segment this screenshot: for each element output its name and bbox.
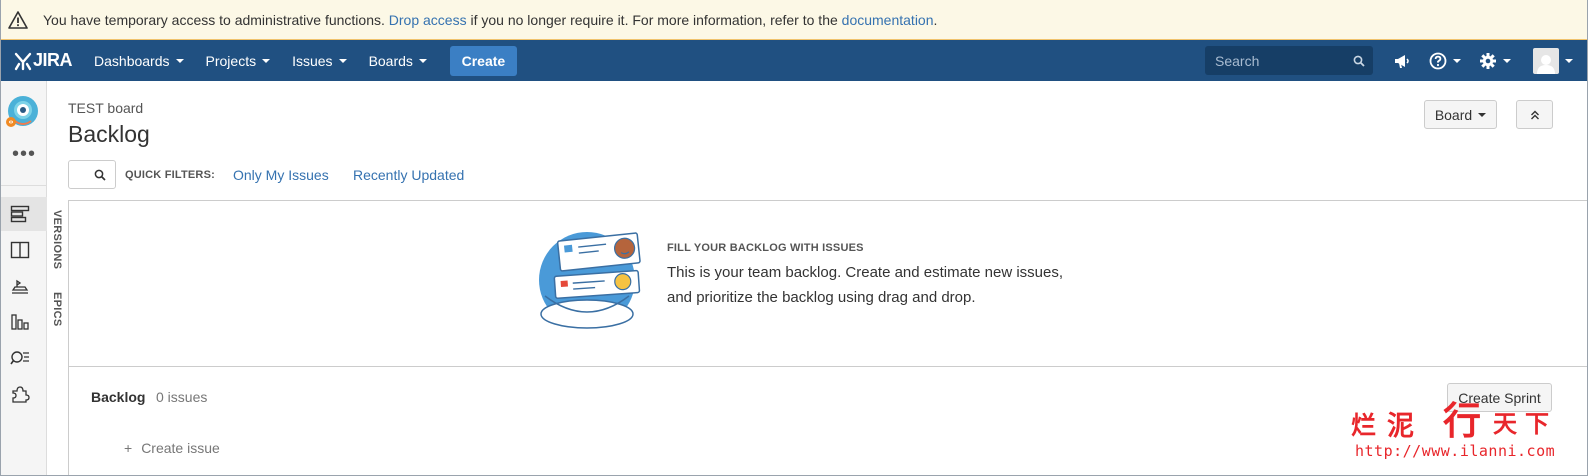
sidebar-item-board[interactable] (9, 239, 31, 261)
chevron-down-icon (1565, 58, 1573, 63)
quick-filters-label: QUICK FILTERS: (125, 169, 215, 181)
empty-state-description-line-2: and prioritize the backlog using drag an… (667, 289, 976, 306)
watermark-char: 天 (1493, 409, 1517, 438)
help-button[interactable] (1429, 52, 1461, 70)
banner-text: You have temporary access to administrat… (43, 11, 385, 28)
empty-state-description-line-1: This is your team backlog. Create and es… (667, 264, 1064, 281)
sidebar-item-releases[interactable] (9, 275, 31, 297)
nav-right-group: Search (1205, 40, 1587, 81)
board-icon (10, 241, 30, 259)
chevron-down-icon (1503, 58, 1511, 63)
nav-boards-label: Boards (368, 52, 413, 69)
nav-projects[interactable]: Projects (206, 53, 271, 69)
documentation-link[interactable]: documentation (842, 12, 934, 28)
empty-backlog-illustration (529, 228, 649, 334)
watermark-char: 烂 (1351, 411, 1377, 440)
admin-warning-banner: You have temporary access to administrat… (1, 0, 1587, 40)
tab-epics[interactable]: EPICS (51, 292, 63, 327)
settings-button[interactable] (1479, 52, 1511, 70)
chevron-down-icon (175, 58, 184, 63)
banner-text-middle: if you no longer require it. For more in… (470, 11, 838, 28)
chevron-down-icon (1478, 112, 1487, 117)
board-name[interactable]: TEST board (68, 100, 143, 116)
user-menu[interactable] (1533, 47, 1573, 74)
page-title: Backlog (68, 121, 150, 147)
empty-state-title: FILL YOUR BACKLOG WITH ISSUES (667, 242, 864, 254)
chevron-down-icon (338, 58, 347, 63)
tab-versions[interactable]: VERSIONS (51, 210, 63, 269)
releases-icon (11, 279, 29, 294)
quick-filter-recently-updated[interactable]: Recently Updated (353, 167, 464, 183)
backlog-search-input[interactable] (68, 160, 116, 189)
sidebar-item-add-ons[interactable] (9, 383, 31, 405)
issues-icon (10, 351, 29, 365)
nav-dashboards-label: Dashboards (94, 52, 170, 69)
search-icon (94, 169, 106, 181)
create-issue-link[interactable]: + Create issue (124, 440, 220, 456)
nav-boards[interactable]: Boards (369, 53, 427, 69)
backlog-issue-count: 0 issues (156, 389, 208, 405)
jira-logo-icon (14, 52, 32, 70)
avatar (1533, 47, 1559, 74)
chevron-down-icon (1453, 58, 1461, 63)
project-avatar[interactable] (5, 95, 39, 129)
quick-filter-only-my-issues[interactable]: Only My Issues (233, 167, 329, 183)
sidebar-divider (1, 185, 47, 186)
sidebar-item-backlog[interactable] (9, 203, 31, 225)
double-chevron-up-icon (1530, 110, 1539, 119)
banner-text-end: . (933, 11, 938, 28)
backlog-section-title: Backlog (91, 389, 146, 405)
nav-issues[interactable]: Issues (292, 52, 347, 69)
watermark-url: http://www.ilanni.com (1355, 442, 1556, 460)
project-avatar-icon (6, 96, 38, 127)
watermark-char: 行 (1443, 398, 1482, 443)
search-input[interactable]: Search (1205, 46, 1373, 75)
plus-icon: + (124, 440, 133, 456)
announcement-button[interactable] (1393, 53, 1411, 69)
sidebar-item-reports[interactable] (9, 311, 31, 333)
add-ons-icon (12, 386, 30, 403)
logo-text: JIRA (33, 50, 73, 70)
watermark-char: 泥 (1387, 411, 1414, 442)
sidebar-item-issues[interactable] (9, 347, 31, 369)
board-button-label: Board (1434, 106, 1473, 123)
search-icon (1353, 55, 1365, 67)
chevron-down-icon (262, 58, 271, 63)
more-options-icon[interactable]: ••• (12, 144, 36, 164)
create-button[interactable]: Create (449, 45, 517, 76)
drop-access-link[interactable]: Drop access (389, 12, 467, 28)
nav-issues-label: Issues (292, 52, 333, 69)
chevron-down-icon (418, 58, 427, 63)
nav-projects-label: Projects (205, 52, 257, 69)
search-placeholder: Search (1215, 52, 1260, 69)
nav-dashboards[interactable]: Dashboards (94, 53, 184, 69)
watermark: 烂 泥 行 天 下 http://www.ilanni.com (1351, 390, 1561, 470)
top-navigation: JIRA Dashboards Projects Issues Boards C… (1, 40, 1587, 81)
help-icon (1429, 52, 1447, 69)
reports-icon (11, 314, 29, 330)
header-divider (69, 200, 1587, 201)
megaphone-icon (1395, 54, 1409, 68)
backlog-section-divider (69, 366, 1587, 367)
collapse-header-button[interactable] (1516, 100, 1553, 129)
project-sidebar: ••• (1, 81, 47, 475)
warning-icon (3, 10, 33, 29)
gear-icon (1480, 52, 1496, 69)
watermark-char: 下 (1525, 409, 1549, 438)
jira-logo[interactable]: JIRA (13, 50, 73, 71)
board-menu-button[interactable]: Board (1424, 100, 1497, 129)
backlog-icon (10, 205, 30, 223)
side-tabs: VERSIONS EPICS (47, 200, 69, 475)
create-issue-label: Create issue (141, 440, 220, 456)
app-window: You have temporary access to administrat… (0, 0, 1588, 476)
